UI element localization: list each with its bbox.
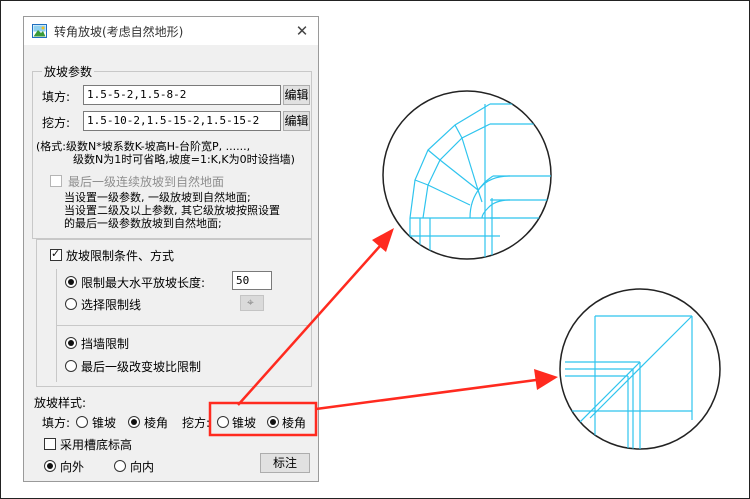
annotation-overlay xyxy=(208,90,721,450)
arrow-to-cone-detail xyxy=(237,228,394,406)
arrow-to-prism-detail xyxy=(315,369,558,411)
highlight-box xyxy=(208,401,318,437)
cone-slope-detail-circle xyxy=(382,90,552,260)
prism-slope-detail-circle xyxy=(559,288,721,450)
